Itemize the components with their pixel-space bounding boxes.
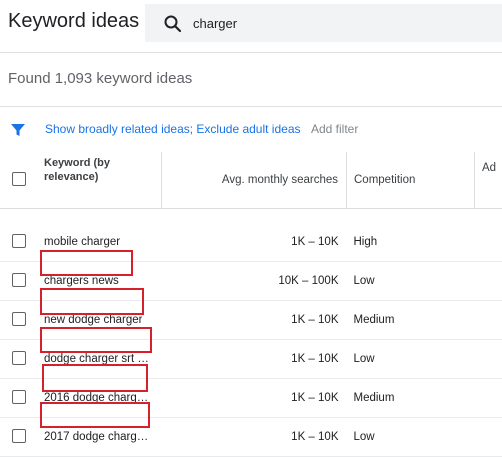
keyword-cell: 2016 dodge charg… — [44, 392, 148, 404]
keyword-cell: 2017 dodge charg… — [44, 431, 148, 443]
table-row[interactable]: 2016 dodge charg… 1K – 10K Medium — [0, 379, 502, 418]
searches-cell: 1K – 10K — [162, 379, 347, 418]
filter-icon[interactable] — [10, 122, 26, 143]
keyword-cell: dodge charger srt … — [44, 353, 149, 365]
row-checkbox[interactable] — [12, 234, 26, 248]
table-row[interactable]: dodge charger srt … 1K – 10K Low — [0, 340, 502, 379]
keyword-cell: new dodge charger — [44, 314, 142, 326]
select-all-cell — [0, 152, 38, 209]
row-checkbox[interactable] — [12, 390, 26, 404]
row-checkbox[interactable] — [12, 351, 26, 365]
divider — [0, 52, 502, 53]
competition-cell: High — [347, 223, 475, 262]
competition-cell: Low — [347, 340, 475, 379]
searches-cell: 10K – 100K — [162, 262, 347, 301]
table-row[interactable]: chargers news 10K – 100K Low — [0, 262, 502, 301]
table-row[interactable]: new dodge charger 1K – 10K Medium — [0, 301, 502, 340]
searches-cell: 1K – 10K — [162, 418, 347, 457]
top-bar: Keyword ideas — [0, 0, 502, 48]
competition-cell: Medium — [347, 301, 475, 340]
applied-filters-link[interactable]: Show broadly related ideas; Exclude adul… — [45, 122, 301, 136]
searches-cell: 1K – 10K — [162, 223, 347, 262]
row-checkbox[interactable] — [12, 312, 26, 326]
competition-cell: Low — [347, 418, 475, 457]
competition-cell: Medium — [347, 379, 475, 418]
page-title: Keyword ideas — [8, 10, 139, 33]
search-input[interactable] — [193, 13, 473, 33]
searches-cell: 1K – 10K — [162, 301, 347, 340]
keyword-cell: mobile charger — [44, 236, 120, 248]
results-count: Found 1,093 keyword ideas — [8, 70, 192, 87]
table-header-row: Keyword (by relevance) Avg. monthly sear… — [0, 152, 502, 209]
keyword-table: Keyword (by relevance) Avg. monthly sear… — [0, 152, 502, 457]
keyword-cell: chargers news — [44, 275, 119, 287]
search-icon[interactable] — [163, 14, 183, 34]
select-all-checkbox[interactable] — [12, 172, 26, 186]
searches-cell: 1K – 10K — [162, 340, 347, 379]
search-box[interactable] — [145, 4, 502, 42]
table-row[interactable]: 2017 dodge charg… 1K – 10K Low — [0, 418, 502, 457]
row-checkbox[interactable] — [12, 429, 26, 443]
column-header-competition[interactable]: Competition — [347, 152, 475, 209]
add-filter-button[interactable]: Add filter — [311, 122, 358, 136]
table-row[interactable]: mobile charger 1K – 10K High — [0, 223, 502, 262]
row-checkbox[interactable] — [12, 273, 26, 287]
divider — [0, 106, 502, 107]
filter-bar: Show broadly related ideas; Exclude adul… — [0, 110, 502, 150]
table-spacer — [0, 209, 502, 224]
column-header-searches[interactable]: Avg. monthly searches — [162, 152, 347, 209]
column-header-extra[interactable]: Ad — [475, 152, 502, 209]
competition-cell: Low — [347, 262, 475, 301]
column-header-keyword[interactable]: Keyword (by relevance) — [38, 152, 162, 209]
